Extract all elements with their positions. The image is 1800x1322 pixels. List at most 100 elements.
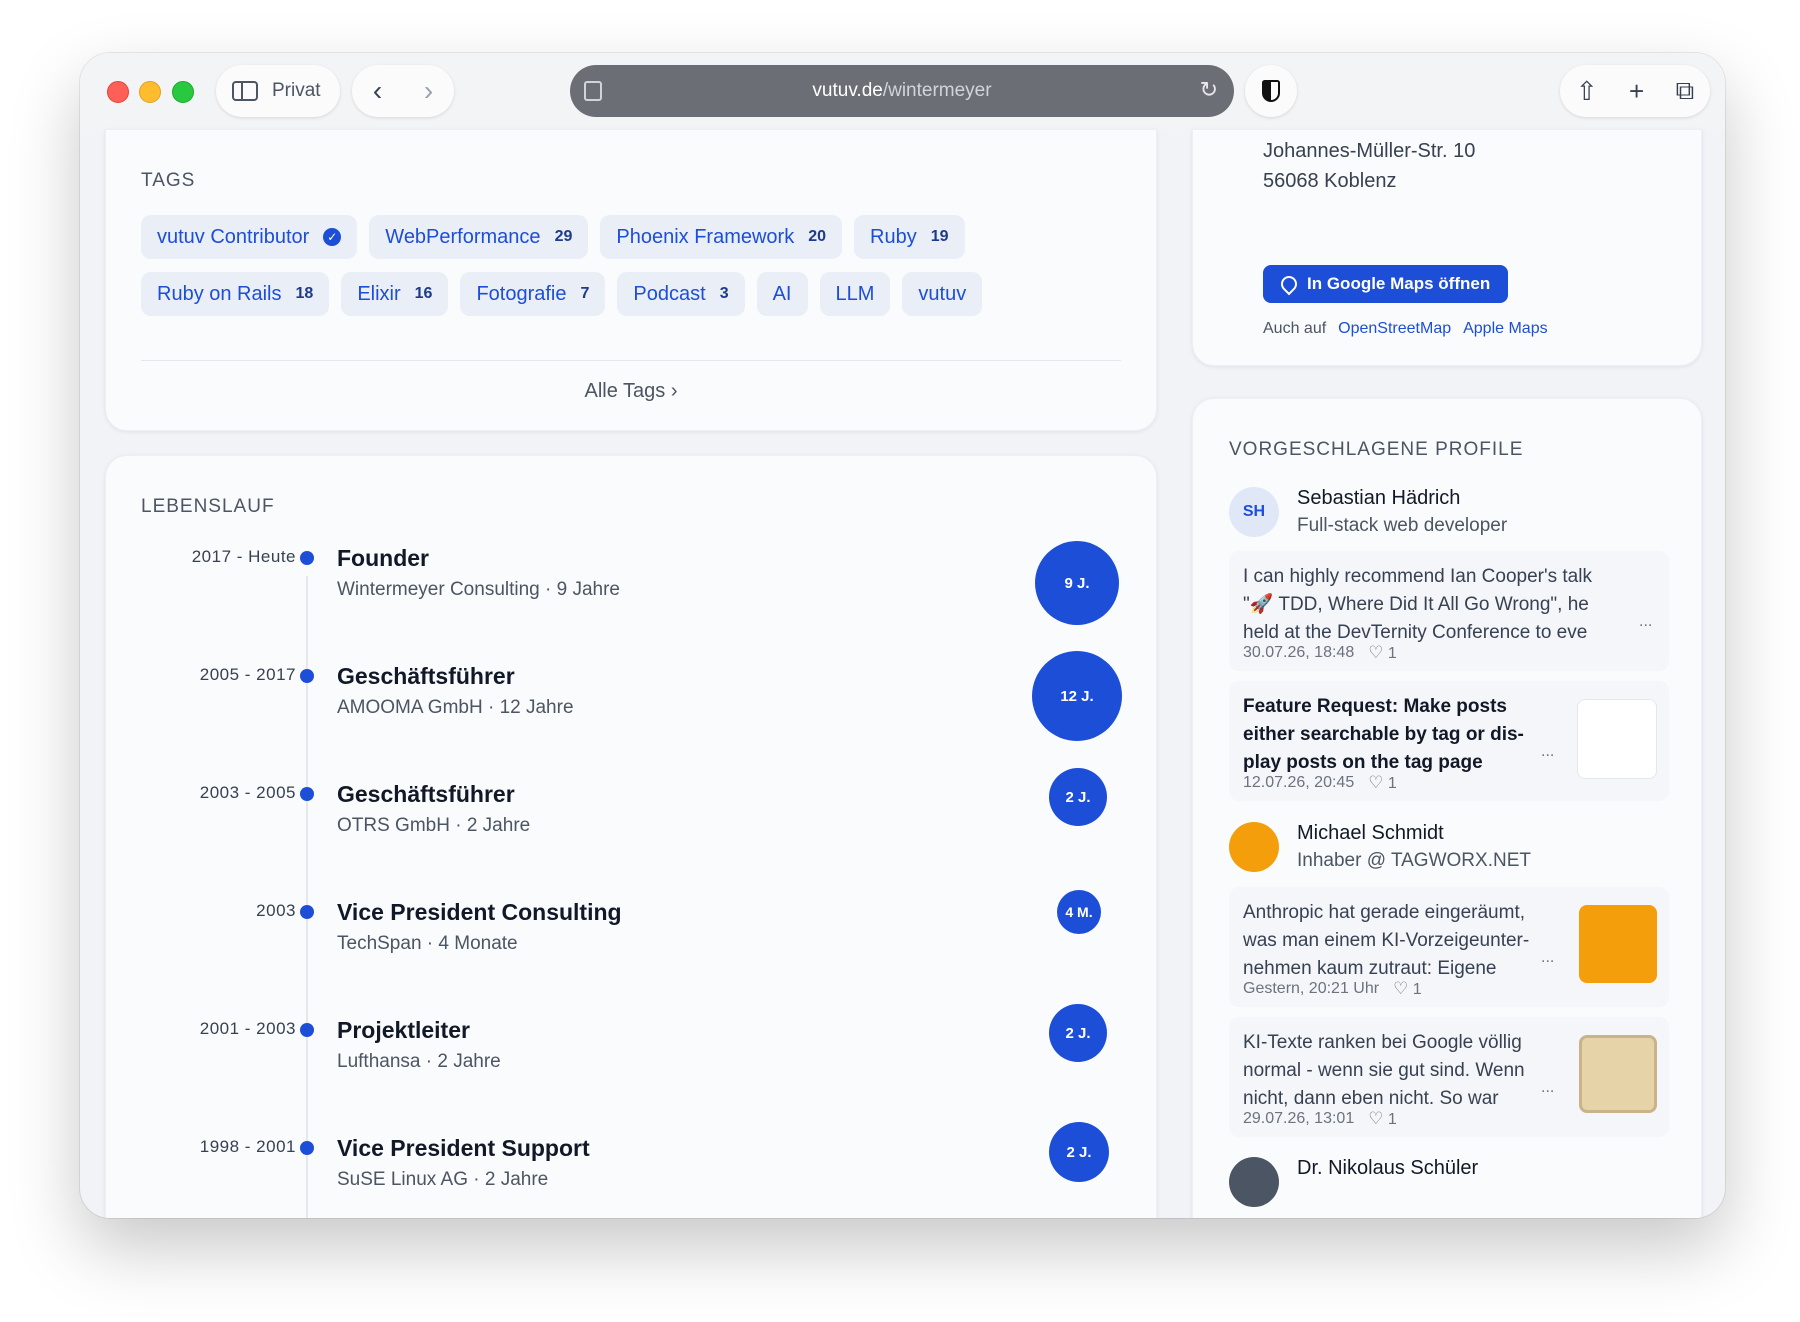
sidebar-icon [232, 81, 258, 101]
cv-entry[interactable]: 2003 Vice President Consulting TechSpan … [106, 890, 1156, 1001]
duration-badge: 2 J. [1049, 1122, 1109, 1182]
tags-title: TAGS [141, 170, 196, 191]
tag-ai[interactable]: AI [756, 272, 808, 316]
reload-icon[interactable]: ↻ [1200, 77, 1218, 103]
cv-position: Vice President Consulting [337, 899, 622, 925]
divider [141, 360, 1121, 361]
tag-vutuv-contributor[interactable]: vutuv Contributor ✓ [141, 215, 358, 259]
cv-entry[interactable]: 2001 - 2003 Projektleiter Lufthansa · 2 … [106, 1004, 1156, 1119]
cv-entry[interactable]: 2005 - 2017 Geschäftsführer AMOOMA GmbH … [106, 651, 1156, 765]
openstreetmap-link[interactable]: OpenStreetMap [1338, 320, 1451, 338]
tag-count: 19 [930, 228, 949, 245]
address-bar[interactable]: vutuv.de/wintermeyer ↻ [570, 65, 1234, 117]
tab-overview-icon[interactable]: ⧉ [1676, 75, 1695, 107]
cv-position: Vice President Support [337, 1135, 590, 1161]
tag-label: vutuv Contributor [157, 225, 310, 248]
post-line: was man einem KI-Vorzeigeunter- [1243, 930, 1530, 951]
like-count[interactable]: ♡ 1 [1368, 643, 1397, 663]
privacy-shield-button[interactable] [1245, 65, 1297, 117]
cv-position: Geschäftsführer [337, 781, 515, 807]
tag-count: 16 [414, 285, 433, 302]
chevron-right-icon: › [670, 380, 678, 402]
profile-name: Sebastian Hädrich [1297, 487, 1461, 509]
like-count[interactable]: ♡ 1 [1393, 979, 1422, 999]
cv-entry[interactable]: 2003 - 2005 Geschäftsführer OTRS GmbH · … [106, 768, 1156, 883]
tag-ruby-on-rails[interactable]: Ruby on Rails 18 [141, 272, 330, 316]
cv-entry[interactable]: 2017 - Heute Founder Wintermeyer Consult… [106, 541, 1156, 647]
new-tab-icon[interactable]: + [1629, 76, 1644, 107]
post-thumbnail [1577, 699, 1657, 779]
post-line: Feature Request: Make posts [1243, 696, 1507, 717]
suggested-profiles-title: VORGESCHLAGENE PROFILE [1229, 439, 1524, 460]
apple-maps-link[interactable]: Apple Maps [1463, 320, 1548, 338]
other-maps-links: Auch auf OpenStreetMap Apple Maps [1263, 320, 1548, 338]
heart-icon: ♡ [1368, 773, 1384, 792]
likes-value: 1 [1387, 775, 1397, 792]
back-arrow-icon[interactable]: ‹ [373, 77, 382, 105]
cv-entry[interactable]: 1998 - 2001 Vice President Support SuSE … [106, 1122, 1156, 1218]
all-tags-link[interactable]: Alle Tags › [106, 380, 1156, 403]
post-thumbnail [1579, 1035, 1657, 1113]
post-date: 29.07.26, 13:01 [1243, 1110, 1355, 1127]
avatar: SH [1229, 487, 1279, 537]
more-icon[interactable]: ... [1541, 949, 1554, 967]
browser-window: Privat ‹ › vutuv.de/wintermeyer ↻ ⇧ + ⧉ … [80, 53, 1725, 1218]
tag-count: 18 [295, 285, 314, 302]
post-card[interactable]: KI-Texte ranken bei Google völlig normal… [1229, 1017, 1669, 1137]
post-line: KI-Texte ranken bei Google völlig [1243, 1032, 1522, 1053]
tag-podcast[interactable]: Podcast 3 [617, 272, 745, 316]
like-count[interactable]: ♡ 1 [1368, 1109, 1397, 1129]
like-count[interactable]: ♡ 1 [1368, 773, 1397, 793]
tag-elixir[interactable]: Elixir 16 [341, 272, 449, 316]
page-menu-icon[interactable] [584, 81, 602, 101]
more-icon[interactable]: ... [1639, 613, 1652, 631]
more-icon[interactable]: ... [1541, 743, 1554, 761]
google-maps-label: In Google Maps öffnen [1307, 274, 1491, 293]
cv-position: Founder [337, 545, 429, 571]
cv-card: LEBENSLAUF 2017 - Heute Founder Winterme… [105, 455, 1157, 1218]
post-card[interactable]: Feature Request: Make posts either searc… [1229, 681, 1669, 801]
tag-vutuv[interactable]: vutuv [902, 272, 983, 316]
share-icon[interactable]: ⇧ [1576, 76, 1598, 107]
more-icon[interactable]: ... [1541, 1079, 1554, 1097]
tag-webperformance[interactable]: WebPerformance 29 [369, 215, 589, 259]
tag-label: Ruby [870, 225, 917, 248]
tag-phoenix-framework[interactable]: Phoenix Framework 20 [600, 215, 842, 259]
post-meta: 30.07.26, 18:48 ♡ 1 [1243, 643, 1397, 663]
cv-position: Geschäftsführer [337, 663, 515, 689]
tags-row-1: vutuv Contributor ✓ WebPerformance 29 Ph… [141, 215, 965, 259]
post-line: normal - wenn sie gut sind. Wenn [1243, 1060, 1525, 1081]
tag-label: Elixir [357, 282, 401, 305]
post-line: "🚀 TDD, Where Did It All Go Wrong", he [1243, 594, 1589, 615]
post-card[interactable]: I can highly recommend Ian Cooper's talk… [1229, 551, 1669, 671]
post-line: I can highly recommend Ian Cooper's talk [1243, 566, 1592, 587]
cv-date: 1998 - 2001 [199, 1137, 296, 1156]
tag-ruby[interactable]: Ruby 19 [854, 215, 965, 259]
verified-check-icon: ✓ [323, 228, 342, 246]
close-window-button[interactable] [107, 81, 129, 103]
heart-icon: ♡ [1393, 979, 1409, 998]
likes-value: 1 [1387, 1111, 1397, 1128]
forward-arrow-icon[interactable]: › [424, 77, 433, 105]
avatar [1229, 1157, 1279, 1207]
zoom-window-button[interactable] [172, 81, 194, 103]
tag-count: 29 [554, 228, 573, 245]
tag-fotografie[interactable]: Fotografie 7 [460, 272, 606, 316]
google-maps-button[interactable]: In Google Maps öffnen [1263, 265, 1509, 303]
url-path: /wintermeyer [882, 80, 992, 101]
tag-label: Ruby on Rails [157, 282, 282, 305]
duration-badge: 2 J. [1049, 768, 1107, 826]
post-thumbnail [1579, 905, 1657, 983]
cv-date: 2003 - 2005 [199, 783, 296, 802]
post-card[interactable]: Anthropic hat gerade eingeräumt, was man… [1229, 887, 1669, 1007]
timeline-dot [300, 1023, 314, 1037]
minimize-window-button[interactable] [139, 81, 161, 103]
tag-count: 7 [580, 285, 590, 302]
sidebar-toggle-button[interactable]: Privat [216, 65, 340, 117]
toolbar-actions: ⇧ + ⧉ [1560, 65, 1710, 117]
timeline-dot [300, 551, 314, 565]
profile-name: Michael Schmidt [1297, 822, 1444, 844]
timeline-dot [300, 787, 314, 801]
tag-llm[interactable]: LLM [819, 272, 891, 316]
post-line: either searchable by tag or dis- [1243, 724, 1524, 745]
